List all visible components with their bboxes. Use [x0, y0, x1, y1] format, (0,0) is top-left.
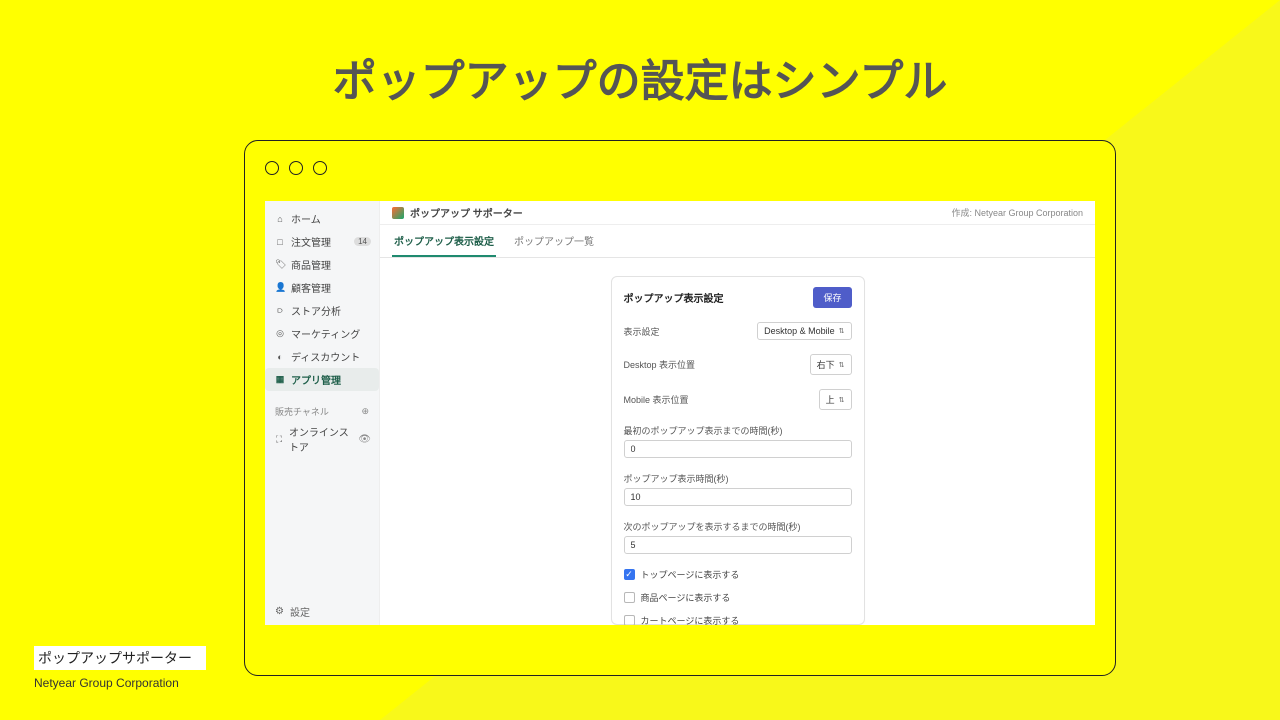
tab-display-settings[interactable]: ポップアップ表示設定 — [392, 225, 496, 257]
chevron-updown-icon: ⇅ — [839, 396, 845, 404]
desktop-position-select[interactable]: 右下⇅ — [810, 354, 852, 375]
target-icon: ◎ — [275, 328, 285, 339]
sidebar-item-label: アプリ管理 — [291, 372, 341, 387]
gear-icon: ⚙ — [275, 606, 284, 617]
save-button[interactable]: 保存 — [813, 287, 851, 308]
show-top-label: トップページに表示する — [641, 568, 740, 581]
sidebar-item-marketing[interactable]: ◎ マーケティング — [265, 322, 379, 345]
window-close-icon[interactable] — [265, 161, 279, 175]
browser-window: ⌂ ホーム □ 注文管理 14 🏷 商品管理 👤 顧客管理 ⫐ ストア分析 ◎ — [244, 140, 1116, 676]
next-delay-input[interactable] — [624, 536, 852, 554]
tab-bar: ポップアップ表示設定 ポップアップ一覧 — [380, 225, 1095, 258]
analytics-icon: ⫐ — [275, 305, 285, 316]
desktop-position-label: Desktop 表示位置 — [624, 358, 696, 371]
sidebar-item-products[interactable]: 🏷 商品管理 — [265, 253, 379, 276]
slide-company-name: Netyear Group Corporation — [34, 676, 179, 690]
sidebar-item-label: ホーム — [291, 211, 321, 226]
settings-card: ポップアップ表示設定 保存 表示設定 Desktop & Mobile⇅ Des… — [611, 276, 865, 625]
display-duration-input[interactable] — [624, 488, 852, 506]
sidebar-item-home[interactable]: ⌂ ホーム — [265, 207, 379, 230]
display-duration-label: ポップアップ表示時間(秒) — [624, 472, 852, 485]
window-controls — [265, 161, 327, 175]
sidebar-item-label: 顧客管理 — [291, 280, 331, 295]
sidebar-item-settings[interactable]: ⚙ 設定 — [265, 598, 379, 625]
tab-popup-list[interactable]: ポップアップ一覧 — [512, 225, 596, 257]
user-icon: 👤 — [275, 282, 285, 293]
main-area: ポップアップ サポーター 作成: Netyear Group Corporati… — [380, 201, 1095, 625]
sidebar-item-label: ディスカウント — [291, 349, 360, 364]
sidebar-item-customers[interactable]: 👤 顧客管理 — [265, 276, 379, 299]
app-title: ポップアップ サポーター — [410, 205, 523, 220]
show-cart-checkbox[interactable] — [624, 615, 635, 625]
apps-icon: ▦ — [275, 374, 285, 385]
app-frame: ⌂ ホーム □ 注文管理 14 🏷 商品管理 👤 顧客管理 ⫐ ストア分析 ◎ — [265, 201, 1095, 625]
show-top-checkbox[interactable]: ✓ — [624, 569, 635, 580]
slide-product-name: ポップアップサポーター — [34, 646, 206, 670]
sidebar-item-label: 設定 — [290, 604, 310, 619]
display-setting-select[interactable]: Desktop & Mobile⇅ — [757, 322, 851, 340]
sidebar-item-label: 注文管理 — [291, 234, 331, 249]
chevron-updown-icon: ⇅ — [839, 361, 845, 369]
mobile-position-select[interactable]: 上⇅ — [819, 389, 852, 410]
add-channel-icon[interactable]: ⊕ — [361, 406, 369, 417]
initial-delay-label: 最初のポップアップ表示までの時間(秒) — [624, 424, 852, 437]
home-icon: ⌂ — [275, 214, 285, 224]
orders-badge: 14 — [354, 237, 371, 246]
sidebar-item-apps[interactable]: ▦ アプリ管理 — [265, 368, 379, 391]
window-zoom-icon[interactable] — [313, 161, 327, 175]
store-icon: ⛶ — [275, 434, 283, 445]
sidebar-item-orders[interactable]: □ 注文管理 14 — [265, 230, 379, 253]
display-setting-label: 表示設定 — [624, 325, 660, 338]
sidebar-section-label: 販売チャネル — [275, 405, 329, 418]
sidebar-item-label: 商品管理 — [291, 257, 331, 272]
sidebar-section-channels: 販売チャネル ⊕ — [265, 401, 379, 420]
show-product-label: 商品ページに表示する — [641, 591, 731, 604]
app-logo-icon — [392, 207, 404, 219]
app-author: 作成: Netyear Group Corporation — [951, 206, 1083, 219]
chevron-updown-icon: ⇅ — [839, 327, 845, 335]
content-area: ポップアップ表示設定 保存 表示設定 Desktop & Mobile⇅ Des… — [380, 258, 1095, 625]
eye-icon[interactable]: 👁 — [358, 434, 371, 445]
initial-delay-input[interactable] — [624, 440, 852, 458]
mobile-position-label: Mobile 表示位置 — [624, 393, 689, 406]
sidebar-item-label: ストア分析 — [291, 303, 341, 318]
sidebar: ⌂ ホーム □ 注文管理 14 🏷 商品管理 👤 顧客管理 ⫐ ストア分析 ◎ — [265, 201, 380, 625]
app-header: ポップアップ サポーター 作成: Netyear Group Corporati… — [380, 201, 1095, 225]
card-title: ポップアップ表示設定 — [624, 290, 724, 305]
sidebar-item-discounts[interactable]: ◐ ディスカウント — [265, 345, 379, 368]
page-headline: ポップアップの設定はシンプル — [0, 45, 1280, 109]
sidebar-item-label: マーケティング — [291, 326, 360, 341]
sidebar-item-label: オンラインストア — [289, 424, 352, 454]
sidebar-item-online-store[interactable]: ⛶ オンラインストア 👁 — [265, 420, 379, 458]
show-cart-label: カートページに表示する — [641, 614, 740, 625]
discount-icon: ◐ — [275, 352, 285, 362]
window-minimize-icon[interactable] — [289, 161, 303, 175]
tag-icon: 🏷 — [275, 259, 285, 270]
next-delay-label: 次のポップアップを表示するまでの時間(秒) — [624, 520, 852, 533]
show-product-checkbox[interactable] — [624, 592, 635, 603]
sidebar-item-analytics[interactable]: ⫐ ストア分析 — [265, 299, 379, 322]
orders-icon: □ — [275, 237, 285, 247]
